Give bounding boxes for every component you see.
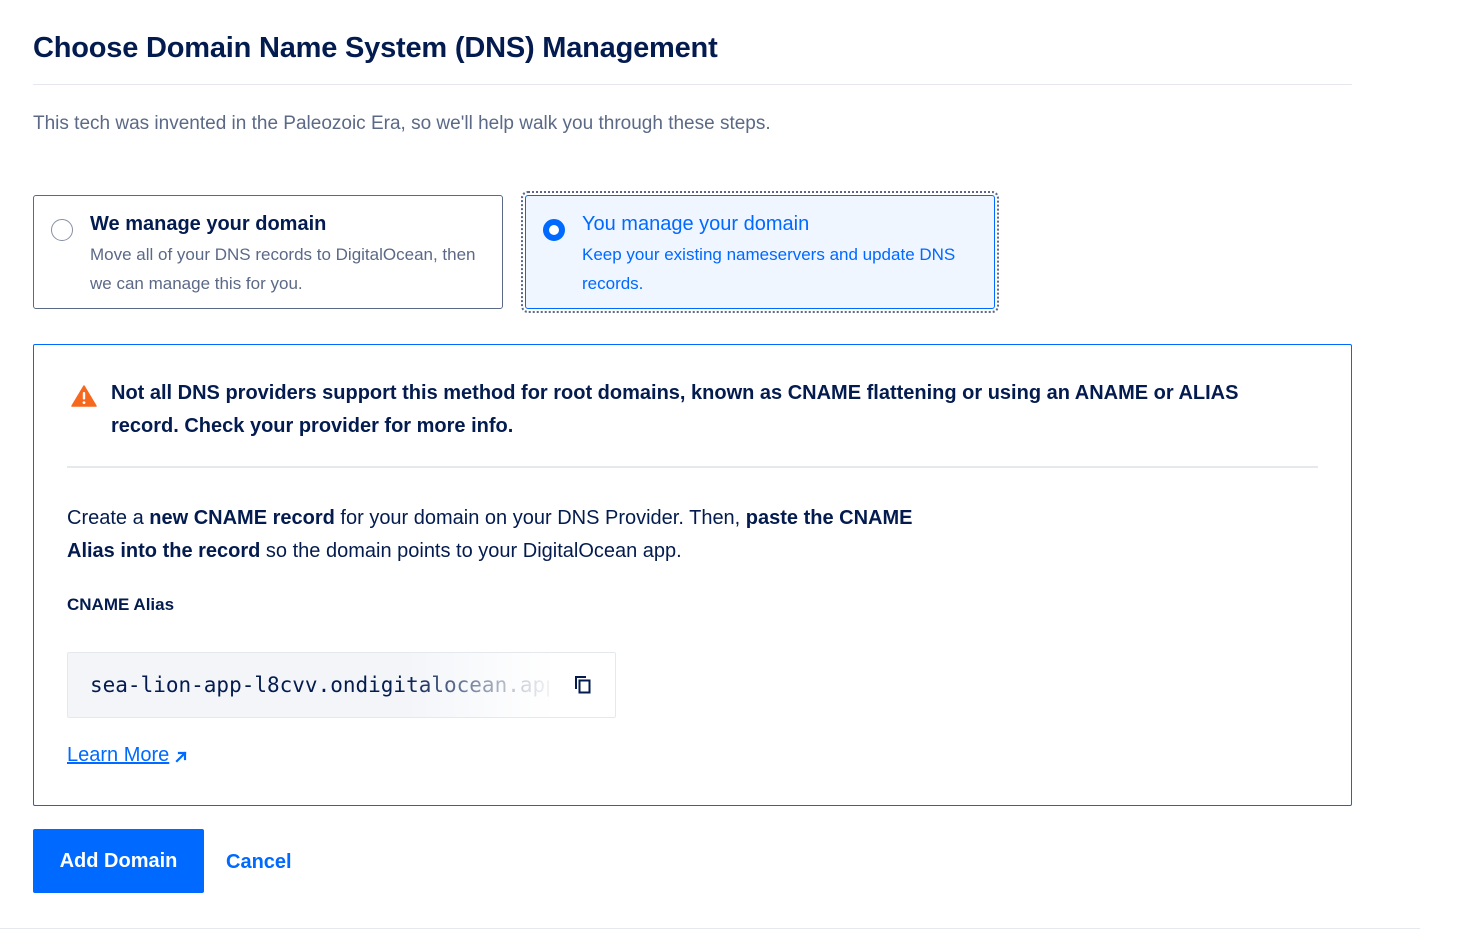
- radio-you-manage[interactable]: [543, 219, 565, 241]
- option-description: Move all of your DNS records to DigitalO…: [90, 245, 476, 293]
- page-title: Choose Domain Name System (DNS) Manageme…: [33, 32, 718, 64]
- footer-divider: [0, 928, 1420, 929]
- panel-divider: [67, 466, 1318, 468]
- add-domain-button[interactable]: Add Domain: [33, 829, 204, 893]
- copy-icon: [574, 676, 590, 694]
- instructions-text: for your domain on your DNS Provider. Th…: [334, 507, 746, 529]
- cname-alias-label: CNAME Alias: [67, 595, 175, 614]
- cname-alias-field: sea-lion-app-l8cvv.ondigitalocean.app: [67, 652, 616, 718]
- option-title: We manage your domain: [90, 213, 327, 235]
- copy-button[interactable]: [550, 653, 615, 717]
- instructions-text: Create a: [67, 507, 150, 529]
- title-divider: [33, 84, 1352, 85]
- arrow-up-right-icon: [175, 751, 187, 763]
- option-description: Keep your existing nameservers and updat…: [582, 245, 956, 293]
- option-title: You manage your domain: [582, 213, 810, 235]
- option-you-manage[interactable]: You manage your domain Keep your existin…: [521, 191, 999, 313]
- learn-more-label: Learn More: [67, 744, 170, 766]
- radio-we-manage[interactable]: [51, 219, 73, 241]
- warning-triangle-icon: [71, 385, 97, 407]
- option-we-manage[interactable]: We manage your domain Move all of your D…: [33, 195, 503, 309]
- warning-message: Not all DNS providers support this metho…: [111, 382, 1239, 437]
- instructions-text: so the domain points to your DigitalOcea…: [260, 540, 682, 562]
- cname-alias-input[interactable]: sea-lion-app-l8cvv.ondigitalocean.app: [68, 653, 550, 717]
- intro-text: This tech was invented in the Paleozoic …: [33, 113, 771, 134]
- cname-instructions-panel: Not all DNS providers support this metho…: [33, 344, 1352, 806]
- learn-more-link[interactable]: Learn More: [67, 741, 187, 769]
- cname-instructions: Create a new CNAME record for your domai…: [67, 502, 927, 568]
- instructions-emphasis: new CNAME record: [149, 507, 335, 529]
- cancel-button[interactable]: Cancel: [226, 848, 292, 876]
